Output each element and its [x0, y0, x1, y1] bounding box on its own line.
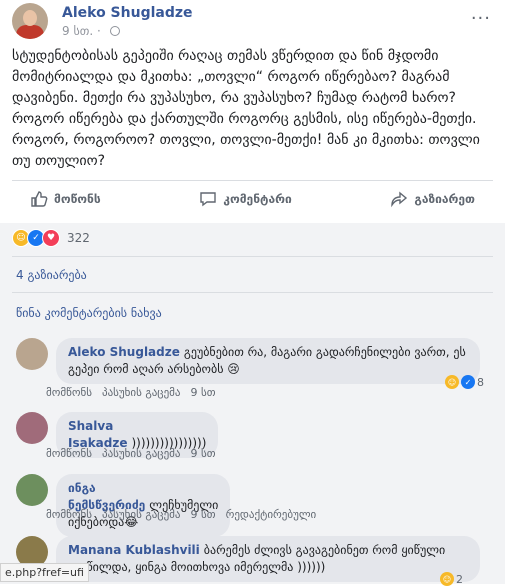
- commenter-avatar[interactable]: [16, 474, 48, 506]
- commenter-avatar[interactable]: [16, 338, 48, 370]
- post-time[interactable]: 9 სთ. ·: [62, 24, 101, 38]
- share-icon: [391, 191, 408, 208]
- comment-bubble: Manana Kublashvili ბარემეს ძლივს გავაგები…: [56, 536, 480, 582]
- post-card: Aleko Shugladze 9 სთ. · ··· სტუდენტობისა…: [0, 0, 505, 586]
- comment-icon: [200, 192, 216, 207]
- comment-reaction-count: 8: [477, 375, 484, 389]
- more-options-icon[interactable]: ···: [471, 8, 491, 29]
- like-label: მოწონს: [54, 192, 101, 206]
- like-button[interactable]: მოწონს: [12, 190, 119, 208]
- share-label: გაზიარეთ: [414, 192, 475, 206]
- commenter-name[interactable]: Aleko Shugladze: [68, 345, 180, 359]
- comment-meta: მომწონს პასუხის გაცემა 9 სთ რედაქტირებული: [46, 508, 326, 521]
- post-text: სტუდენტობისას გეპეიში რაღაც თემას ვწერდი…: [12, 48, 485, 169]
- comment-reactions[interactable]: ☺ ✓ 8: [445, 375, 484, 389]
- view-previous-comments-link[interactable]: წინა კომენტარების ნახვა: [16, 306, 162, 320]
- love-reaction-icon: ♥: [42, 229, 60, 247]
- author-avatar[interactable]: [12, 3, 48, 39]
- comment-time[interactable]: 9 სთ: [191, 386, 216, 399]
- commenter-avatar[interactable]: [16, 412, 48, 444]
- like-reaction-icon: ✓: [461, 375, 475, 389]
- reaction-count: 322: [67, 231, 90, 245]
- edited-label: რედაქტირებული: [225, 508, 317, 521]
- divider: [12, 256, 493, 257]
- commenter-name[interactable]: Manana Kublashvili: [68, 543, 200, 557]
- comment-meta: მომწონს პასუხის გაცემა 9 სთ: [46, 386, 226, 399]
- divider: [12, 292, 493, 293]
- thumbs-up-icon: [31, 191, 48, 207]
- comment-reply-link[interactable]: პასუხის გაცემა: [102, 386, 181, 399]
- comment-like-link[interactable]: მომწონს: [46, 508, 92, 521]
- commenter-name[interactable]: Shalva Isakadze: [68, 419, 128, 450]
- comment-meta: მომწონს პასუხის გაცემა 9 სთ: [46, 447, 226, 460]
- post-actions: მოწონს კომენტარი გაზიარეთ: [12, 184, 493, 214]
- share-button[interactable]: გაზიარეთ: [372, 190, 493, 208]
- comment-like-link[interactable]: მომწონს: [46, 386, 92, 399]
- comment-reply-link[interactable]: პასუხის გაცემა: [102, 508, 181, 521]
- shares-link[interactable]: 4 გაზიარება: [16, 268, 87, 282]
- comment-time[interactable]: 9 სთ: [191, 508, 216, 521]
- comment-bubble: Aleko Shugladze გეუბნებით რა, მაგარი გადა…: [56, 338, 480, 384]
- comment-reply-link[interactable]: პასუხის გაცემა: [102, 447, 181, 460]
- comment-like-link[interactable]: მომწონს: [46, 447, 92, 460]
- globe-icon: [110, 26, 120, 36]
- comment-time[interactable]: 9 სთ: [191, 447, 216, 460]
- haha-reaction-icon: ☺: [445, 375, 459, 389]
- author-name[interactable]: Aleko Shugladze: [62, 5, 193, 21]
- status-bar-url: e.php?fref=ufi: [0, 563, 89, 582]
- comment-label: კომენტარი: [223, 192, 292, 206]
- divider: [12, 180, 493, 181]
- reactions-summary[interactable]: ☺ ✓ ♥ 322: [12, 228, 90, 248]
- comment-button[interactable]: კომენტარი: [181, 190, 309, 208]
- comment-bubble: ინგა ნემსწვერიძე ლეჩხუმელი იქნებოდა😂: [56, 474, 231, 537]
